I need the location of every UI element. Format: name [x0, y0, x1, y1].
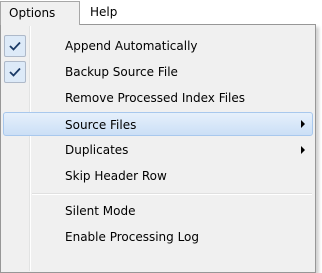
menu-item-label: Duplicates [65, 143, 129, 157]
checkmark-icon [4, 61, 26, 83]
checkmark-icon [4, 35, 26, 57]
menu-item-backup-source-file[interactable]: Backup Source File [3, 60, 313, 84]
options-dropdown: Append Automatically Backup Source File … [0, 24, 316, 273]
menu-item-label: Skip Header Row [65, 169, 167, 183]
menu-item-silent-mode[interactable]: Silent Mode [3, 199, 313, 223]
menu-help[interactable]: Help [82, 1, 132, 25]
menu-item-skip-header-row[interactable]: Skip Header Row [3, 164, 313, 188]
options-menu-screenshot: Options Help Append Automatically Backup… [0, 0, 322, 273]
submenu-arrow-icon [301, 120, 305, 128]
menu-item-duplicates[interactable]: Duplicates [3, 138, 313, 162]
menu-item-source-files[interactable]: Source Files [3, 112, 313, 136]
menu-item-label: Enable Processing Log [65, 230, 200, 244]
menu-bar: Options Help [0, 0, 322, 26]
menu-item-label: Silent Mode [65, 204, 136, 218]
submenu-arrow-icon [301, 146, 305, 154]
menu-item-remove-processed-index-files[interactable]: Remove Processed Index Files [3, 86, 313, 110]
menu-item-label: Backup Source File [65, 65, 178, 79]
menu-separator [32, 193, 312, 195]
menu-item-label: Source Files [65, 118, 137, 132]
menu-item-label: Append Automatically [65, 39, 198, 53]
menu-options[interactable]: Options [0, 1, 80, 25]
menu-item-enable-processing-log[interactable]: Enable Processing Log [3, 225, 313, 249]
menu-item-append-automatically[interactable]: Append Automatically [3, 34, 313, 58]
menu-item-label: Remove Processed Index Files [65, 91, 246, 105]
